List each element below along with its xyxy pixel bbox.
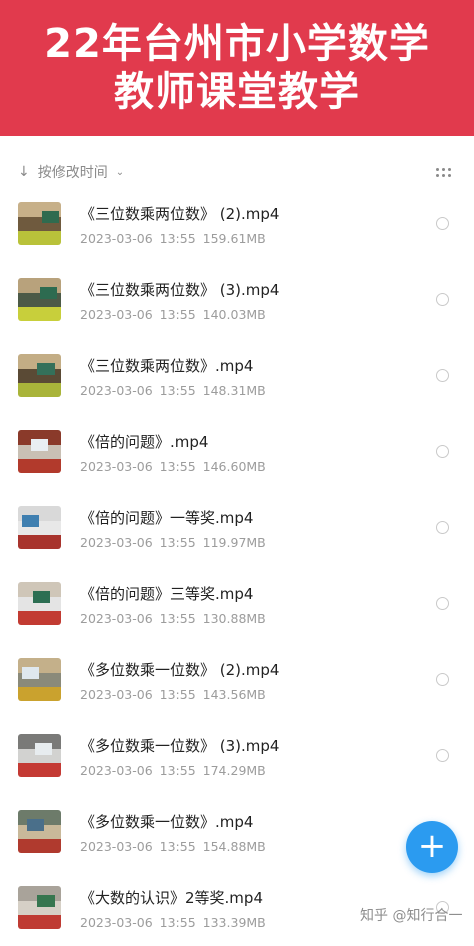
file-meta: 2023-03-06 13:55 146.60MB xyxy=(80,459,266,474)
file-size: 143.56MB xyxy=(202,687,266,702)
file-name: 《多位数乘一位数》 (2).mp4 xyxy=(80,661,280,679)
file-name: 《三位数乘两位数》 (2).mp4 xyxy=(80,205,280,223)
file-row[interactable]: 《倍的问题》三等奖.mp4 2023-03-06 13:55 130.88MB xyxy=(0,566,474,642)
file-name: 《大数的认识》2等奖.mp4 xyxy=(80,889,263,907)
file-row[interactable]: 《多位数乘一位数》 (2).mp4 2023-03-06 13:55 143.5… xyxy=(0,642,474,718)
video-thumbnail xyxy=(18,202,61,245)
file-name: 《倍的问题》.mp4 xyxy=(80,433,209,451)
file-date: 2023-03-06 xyxy=(80,383,153,398)
file-meta: 2023-03-06 13:55 159.61MB xyxy=(80,231,266,246)
file-meta: 2023-03-06 13:55 154.88MB xyxy=(80,839,266,854)
banner-title-line-1: 22年台州市小学数学 xyxy=(44,21,430,67)
file-date: 2023-03-06 xyxy=(80,763,153,778)
file-size: 140.03MB xyxy=(202,307,266,322)
add-button[interactable]: + xyxy=(406,821,458,873)
watermark: 知乎 @知行合一 xyxy=(360,908,463,924)
video-thumbnail xyxy=(18,430,61,473)
video-thumbnail xyxy=(18,810,61,853)
video-thumbnail xyxy=(18,886,61,929)
file-meta: 2023-03-06 13:55 148.31MB xyxy=(80,383,266,398)
chevron-down-icon: ⌄ xyxy=(115,166,125,178)
file-name: 《三位数乘两位数》 (3).mp4 xyxy=(80,281,280,299)
video-thumbnail xyxy=(18,354,61,397)
file-name: 《倍的问题》一等奖.mp4 xyxy=(80,509,254,527)
file-time: 13:55 xyxy=(159,383,196,398)
video-thumbnail xyxy=(18,658,61,701)
file-row[interactable]: 《多位数乘一位数》 (3).mp4 2023-03-06 13:55 174.2… xyxy=(0,718,474,794)
file-size: 130.88MB xyxy=(202,611,266,626)
file-row[interactable]: 《三位数乘两位数》 (3).mp4 2023-03-06 13:55 140.0… xyxy=(0,262,474,338)
file-time: 13:55 xyxy=(159,535,196,550)
file-date: 2023-03-06 xyxy=(80,307,153,322)
video-thumbnail xyxy=(18,582,61,625)
file-date: 2023-03-06 xyxy=(80,915,153,930)
file-size: 133.39MB xyxy=(202,915,266,930)
file-size: 154.88MB xyxy=(202,839,266,854)
video-thumbnail xyxy=(18,506,61,549)
file-size: 119.97MB xyxy=(202,535,266,550)
file-date: 2023-03-06 xyxy=(80,535,153,550)
file-row[interactable]: 《三位数乘两位数》 (2).mp4 2023-03-06 13:55 159.6… xyxy=(0,186,474,262)
file-meta: 2023-03-06 13:55 133.39MB xyxy=(80,915,266,930)
file-row[interactable]: 《倍的问题》一等奖.mp4 2023-03-06 13:55 119.97MB xyxy=(0,490,474,566)
sort-label: 按修改时间 xyxy=(37,165,108,181)
sort-by-modified-time-button[interactable]: ↓ 按修改时间 ⌄ xyxy=(18,162,124,182)
file-time: 13:55 xyxy=(159,915,196,930)
file-time: 13:55 xyxy=(159,687,196,702)
select-radio[interactable] xyxy=(436,217,449,230)
file-date: 2023-03-06 xyxy=(80,611,153,626)
file-row[interactable]: 《多位数乘一位数》.mp4 2023-03-06 13:55 154.88MB xyxy=(0,794,474,870)
file-date: 2023-03-06 xyxy=(80,839,153,854)
file-name: 《三位数乘两位数》.mp4 xyxy=(80,357,254,375)
select-radio[interactable] xyxy=(436,597,449,610)
file-size: 174.29MB xyxy=(202,763,266,778)
file-meta: 2023-03-06 13:55 140.03MB xyxy=(80,307,266,322)
select-radio[interactable] xyxy=(436,673,449,686)
file-time: 13:55 xyxy=(159,763,196,778)
file-date: 2023-03-06 xyxy=(80,687,153,702)
file-size: 159.61MB xyxy=(202,231,266,246)
video-thumbnail xyxy=(18,278,61,321)
file-date: 2023-03-06 xyxy=(80,459,153,474)
file-time: 13:55 xyxy=(159,839,196,854)
file-time: 13:55 xyxy=(159,231,196,246)
file-row[interactable]: 《三位数乘两位数》.mp4 2023-03-06 13:55 148.31MB xyxy=(0,338,474,414)
select-radio[interactable] xyxy=(436,369,449,382)
sort-arrow-down-icon: ↓ xyxy=(18,164,30,180)
file-meta: 2023-03-06 13:55 119.97MB xyxy=(80,535,266,550)
grid-view-icon[interactable] xyxy=(436,168,451,178)
file-row[interactable]: 《倍的问题》.mp4 2023-03-06 13:55 146.60MB xyxy=(0,414,474,490)
select-radio[interactable] xyxy=(436,445,449,458)
select-radio[interactable] xyxy=(436,293,449,306)
file-time: 13:55 xyxy=(159,611,196,626)
select-radio[interactable] xyxy=(436,749,449,762)
file-meta: 2023-03-06 13:55 130.88MB xyxy=(80,611,266,626)
file-size: 148.31MB xyxy=(202,383,266,398)
file-size: 146.60MB xyxy=(202,459,266,474)
file-list: 《三位数乘两位数》 (2).mp4 2023-03-06 13:55 159.6… xyxy=(0,186,474,946)
file-name: 《多位数乘一位数》.mp4 xyxy=(80,813,254,831)
select-radio[interactable] xyxy=(436,521,449,534)
file-name: 《多位数乘一位数》 (3).mp4 xyxy=(80,737,280,755)
file-time: 13:55 xyxy=(159,459,196,474)
video-thumbnail xyxy=(18,734,61,777)
file-meta: 2023-03-06 13:55 143.56MB xyxy=(80,687,266,702)
file-name: 《倍的问题》三等奖.mp4 xyxy=(80,585,254,603)
title-banner: 22年台州市小学数学 教师课堂教学 xyxy=(0,0,474,136)
file-time: 13:55 xyxy=(159,307,196,322)
banner-title-line-2: 教师课堂教学 xyxy=(114,69,360,115)
file-date: 2023-03-06 xyxy=(80,231,153,246)
file-meta: 2023-03-06 13:55 174.29MB xyxy=(80,763,266,778)
